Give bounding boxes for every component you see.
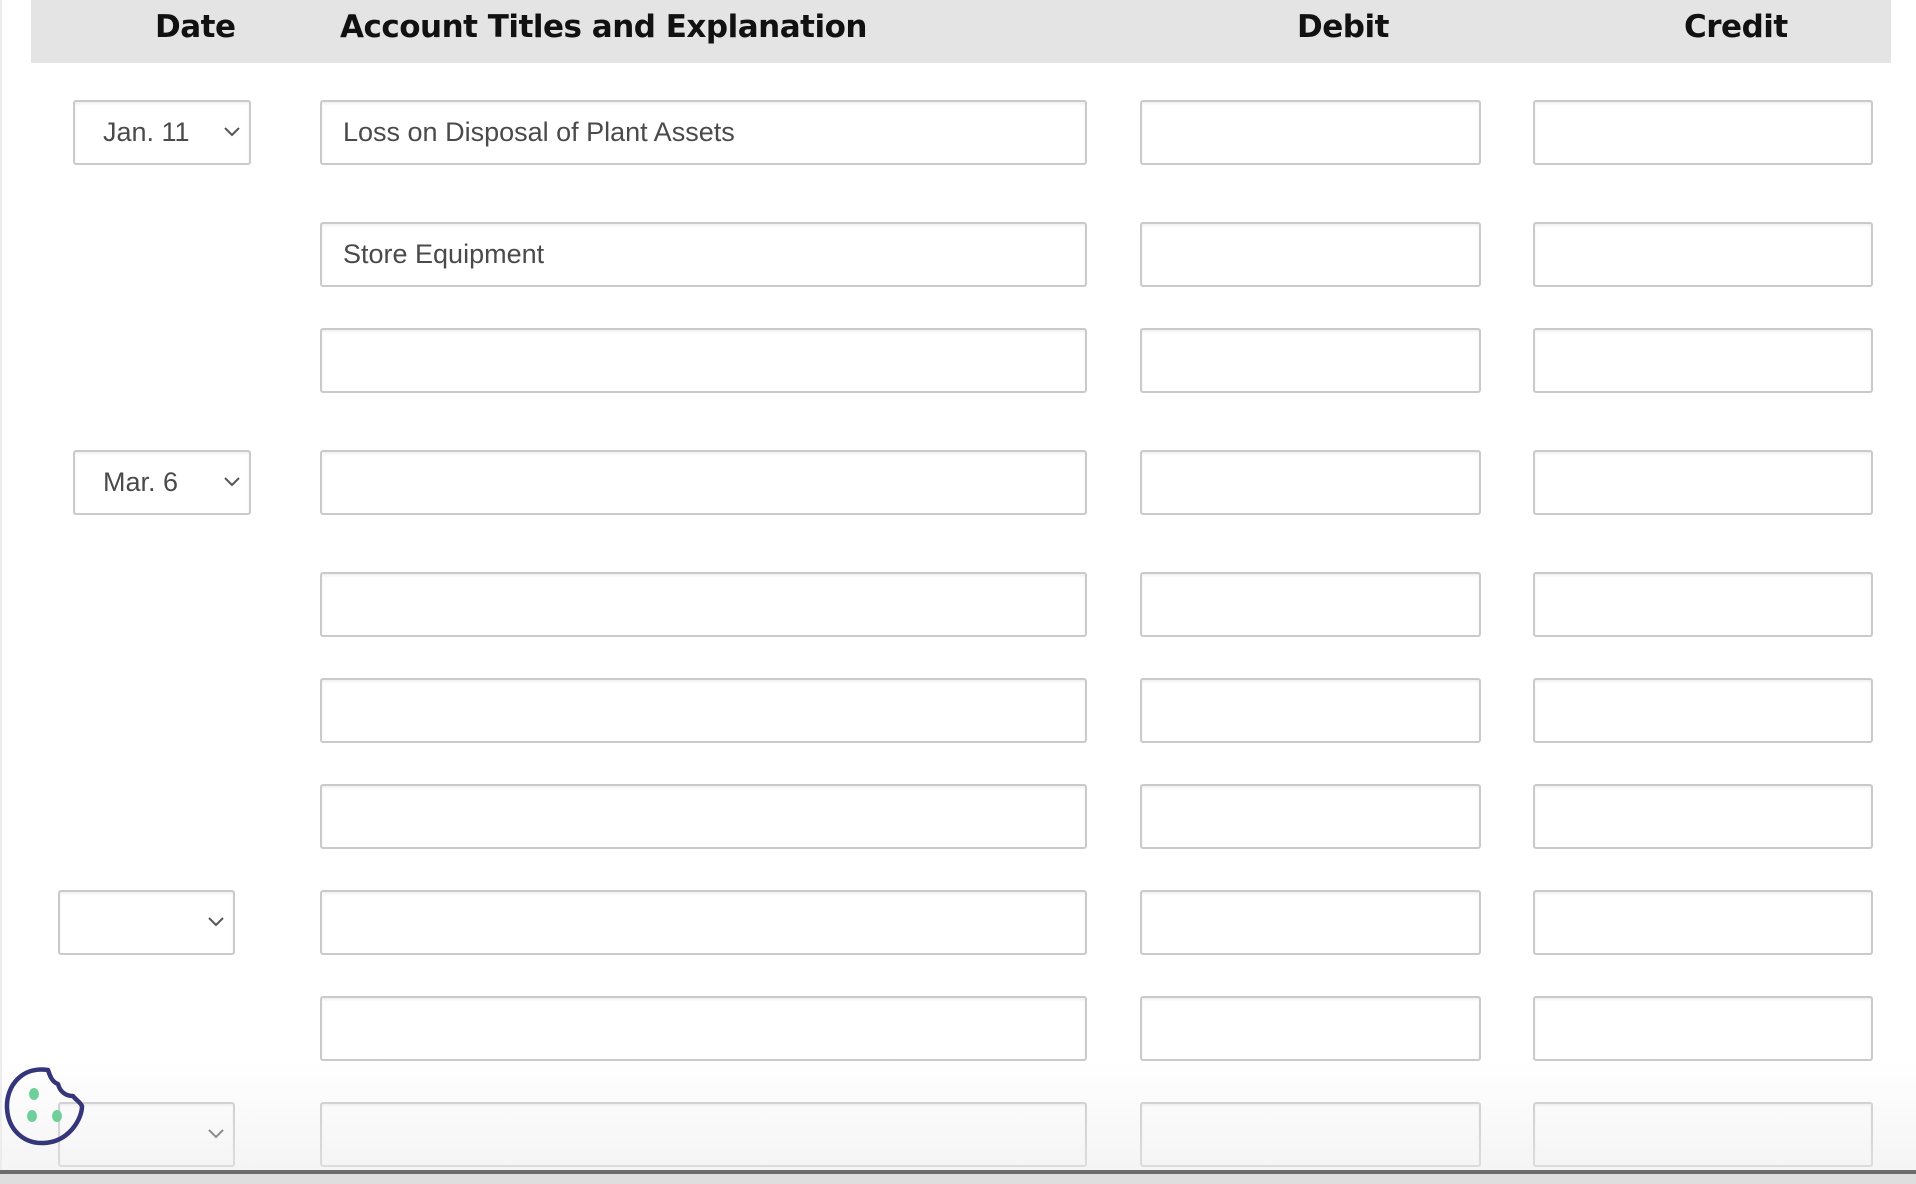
account-title-field[interactable]: Loss on Disposal of Plant Assets xyxy=(320,100,1087,165)
cookie-settings-button[interactable] xyxy=(2,1064,86,1148)
taskbar xyxy=(0,1170,1916,1184)
debit-field[interactable] xyxy=(1140,328,1481,393)
debit-field[interactable] xyxy=(1140,996,1481,1061)
account-title-field[interactable] xyxy=(320,1102,1087,1167)
account-title-field[interactable]: Store Equipment xyxy=(320,222,1087,287)
account-title-field[interactable] xyxy=(320,678,1087,743)
credit-field[interactable] xyxy=(1533,890,1873,955)
header-debit: Debit xyxy=(1297,9,1389,45)
account-title-field[interactable] xyxy=(320,328,1087,393)
credit-field[interactable] xyxy=(1533,328,1873,393)
date-select[interactable]: Jan. 11 xyxy=(73,100,251,165)
account-title-field[interactable] xyxy=(320,784,1087,849)
debit-field[interactable] xyxy=(1140,450,1481,515)
header-credit: Credit xyxy=(1684,9,1788,45)
page-edge xyxy=(0,0,2,1170)
debit-field[interactable] xyxy=(1140,784,1481,849)
date-select[interactable] xyxy=(58,890,235,955)
credit-field[interactable] xyxy=(1533,222,1873,287)
credit-field[interactable] xyxy=(1533,450,1873,515)
account-title-value: Store Equipment xyxy=(343,239,545,269)
debit-field[interactable] xyxy=(1140,678,1481,743)
account-title-field[interactable] xyxy=(320,996,1087,1061)
credit-field[interactable] xyxy=(1533,1102,1873,1167)
chevron-down-icon xyxy=(205,1122,227,1144)
chevron-down-icon xyxy=(221,470,243,492)
credit-field[interactable] xyxy=(1533,996,1873,1061)
account-title-field[interactable] xyxy=(320,450,1087,515)
date-select-value: Mar. 6 xyxy=(103,467,179,497)
header-date: Date xyxy=(155,9,236,45)
date-select[interactable]: Mar. 6 xyxy=(73,450,251,515)
date-select-value: Jan. 11 xyxy=(103,117,190,147)
debit-field[interactable] xyxy=(1140,100,1481,165)
credit-field[interactable] xyxy=(1533,572,1873,637)
account-title-field[interactable] xyxy=(320,572,1087,637)
debit-field[interactable] xyxy=(1140,890,1481,955)
account-title-field[interactable] xyxy=(320,890,1087,955)
header-account: Account Titles and Explanation xyxy=(340,9,867,45)
credit-field[interactable] xyxy=(1533,784,1873,849)
debit-field[interactable] xyxy=(1140,222,1481,287)
credit-field[interactable] xyxy=(1533,100,1873,165)
chevron-down-icon xyxy=(221,120,243,142)
debit-field[interactable] xyxy=(1140,1102,1481,1167)
account-title-value: Loss on Disposal of Plant Assets xyxy=(343,117,735,147)
chevron-down-icon xyxy=(205,910,227,932)
debit-field[interactable] xyxy=(1140,572,1481,637)
cookie-icon xyxy=(4,1067,85,1146)
journal-header: Date Account Titles and Explanation Debi… xyxy=(31,0,1891,63)
credit-field[interactable] xyxy=(1533,678,1873,743)
